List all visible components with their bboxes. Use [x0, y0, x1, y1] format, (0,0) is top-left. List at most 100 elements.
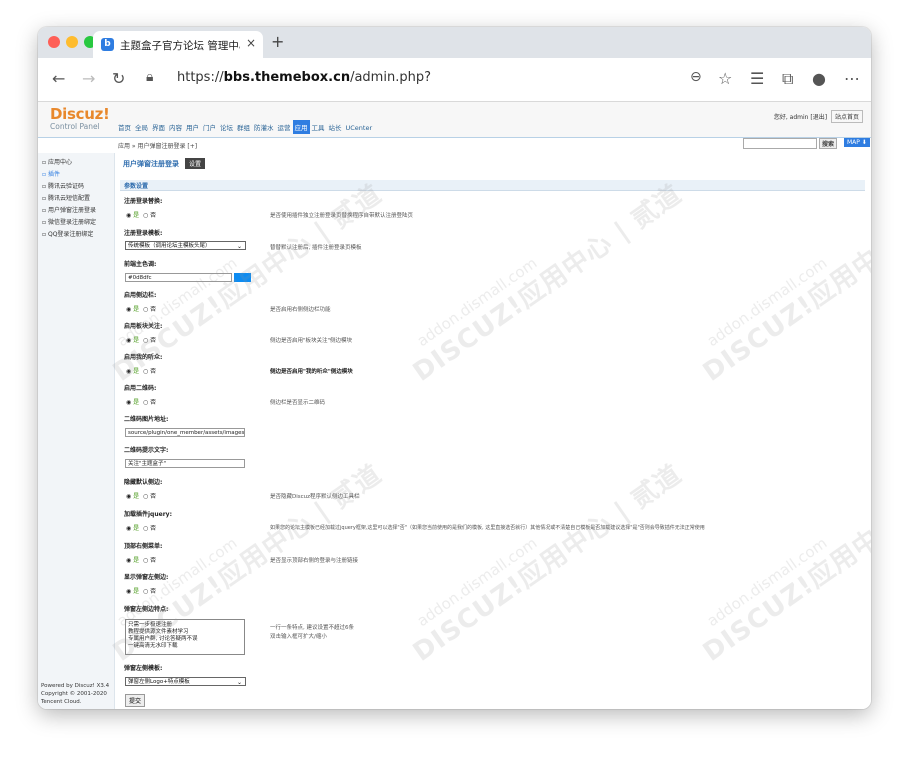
- browser-tab[interactable]: b 主题盒子官方论坛 管理中心 - 应 ×: [93, 31, 263, 58]
- sidebar-item[interactable]: ▫ QQ登录注册绑定: [42, 229, 93, 238]
- admin-search-input[interactable]: [743, 138, 817, 149]
- field-label: 启用侧边栏:: [124, 292, 157, 299]
- field-hint: 双击输入框可扩大/缩小: [270, 634, 327, 640]
- nav-item[interactable]: 内容: [167, 120, 184, 134]
- close-window-button[interactable]: [48, 36, 60, 48]
- settings-tab-button[interactable]: 设置: [185, 158, 206, 169]
- field-hint: 一行一条特点, 建议设置不超过6条: [270, 625, 354, 631]
- nav-item[interactable]: 全局: [133, 120, 150, 134]
- features-textarea[interactable]: 只需一步极速注册 教程提供源文件素材学习 专属用户群, 讨论答疑两不误 一键高清…: [125, 619, 245, 655]
- radio-group[interactable]: ◉ 是 ○ 否: [126, 523, 156, 532]
- field-label: 启用我的听众:: [124, 354, 163, 361]
- field-hint: 是否启用右侧侧边栏功能: [270, 307, 331, 313]
- tab-close-icon[interactable]: ×: [246, 36, 256, 50]
- radio-group[interactable]: ◉ 是 ○ 否: [126, 586, 156, 595]
- field-label: 弹窗左侧模板:: [124, 665, 163, 672]
- nav-item-active[interactable]: 应用: [292, 120, 310, 134]
- watermark: addon.dismall.com: [703, 533, 831, 631]
- field-label: 前端主色调:: [124, 261, 157, 268]
- watermark: addon.dismall.com: [413, 253, 541, 351]
- color-input[interactable]: #0d8dfc: [125, 273, 232, 282]
- url-scheme: https://: [177, 70, 224, 85]
- discuz-logo[interactable]: Discuz!: [50, 105, 110, 123]
- field-label: 顶部右侧菜单:: [124, 543, 163, 550]
- nav-item[interactable]: 防灌水: [252, 120, 276, 134]
- qrcode-url-input[interactable]: source/plugin/one_member/assets/images: [125, 428, 245, 437]
- forward-arrow-icon[interactable]: →: [82, 69, 95, 88]
- radio-group[interactable]: ◉ 是 ○ 否: [126, 491, 156, 500]
- favorites-list-icon[interactable]: ☰: [750, 69, 764, 88]
- page-title: 用户弹窗注册登录: [123, 160, 179, 168]
- watermark: DISCUZ!应用中心 | 贰道: [697, 179, 871, 388]
- chevron-down-icon: ⌄: [236, 243, 242, 250]
- field-label: 弹窗左侧边特点:: [124, 606, 169, 613]
- reload-icon[interactable]: ↻: [112, 69, 125, 88]
- minimize-window-button[interactable]: [66, 36, 78, 48]
- radio-group[interactable]: ◉ 是 ○ 否: [126, 555, 156, 564]
- browser-window: b 主题盒子官方论坛 管理中心 - 应 × + ← → ↻ 🔒︎ https:/…: [38, 27, 871, 709]
- powered-by: Powered by Discuz! X3.4: [41, 683, 110, 689]
- page-content: Discuz! Control Panel 首页 全局 界面 内容 用户 门户 论坛 群组 防灌…: [38, 102, 871, 709]
- profile-avatar-icon[interactable]: ●: [812, 69, 826, 88]
- nav-item[interactable]: 首页: [116, 120, 133, 134]
- field-hint: 如果您的论坛主模板已经加载过jquery框架,这里可以选择"否"（如果您当前使用…: [270, 525, 705, 531]
- radio-group[interactable]: ◉ 是 ○ 否: [126, 304, 156, 313]
- watermark: addon.dismall.com: [413, 533, 541, 631]
- nav-item[interactable]: 门户: [201, 120, 218, 134]
- field-label: 隐藏默认侧边:: [124, 479, 163, 486]
- radio-group[interactable]: ◉ 是 ○ 否: [126, 210, 156, 219]
- url-host: bbs.themebox.cn: [223, 70, 351, 85]
- sidebar-item[interactable]: ▫ 应用中心: [42, 157, 72, 166]
- nav-item[interactable]: 用户: [184, 120, 201, 134]
- field-hint: 侧边栏是否显示二维码: [270, 400, 326, 406]
- back-arrow-icon[interactable]: ←: [52, 69, 65, 88]
- radio-group[interactable]: ◉ 是 ○ 否: [126, 335, 156, 344]
- nav-item[interactable]: 运营: [276, 120, 293, 134]
- search-button[interactable]: 搜索: [819, 138, 838, 149]
- sidebar-item[interactable]: ▫ 用户弹窗注册登录: [42, 205, 96, 214]
- color-swatch[interactable]: [234, 273, 251, 282]
- tab-strip: b 主题盒子官方论坛 管理中心 - 应 × +: [38, 27, 871, 58]
- nav-item[interactable]: UCenter: [344, 122, 375, 134]
- sidebar-item[interactable]: ▫ 腾讯云短信配置: [42, 193, 90, 202]
- template-select[interactable]: 传统模板（调用论坛主模板头尾） ⌄: [125, 241, 246, 250]
- submit-button[interactable]: 提交: [125, 694, 146, 707]
- radio-group[interactable]: ◉ 是 ○ 否: [126, 397, 156, 406]
- field-hint: 侧边是否启用"我的听众"侧边模块: [270, 369, 353, 375]
- breadcrumb: 应用 » 用户弹窗注册登录 [+]: [118, 143, 198, 150]
- copyright: Copyright © 2001-2020: [41, 691, 107, 697]
- field-hint: 是否显示顶部右侧的登录与注册链接: [270, 558, 359, 564]
- settings-form: 用户弹窗注册登录 设置 参数设置 注册登录替换: ◉ 是 ○ 否 是否使用插件独…: [108, 153, 871, 709]
- zoom-icon[interactable]: ⊖: [690, 69, 702, 85]
- logout-link[interactable]: [退出]: [810, 114, 827, 121]
- radio-group[interactable]: ◉ 是 ○ 否: [126, 366, 156, 375]
- site-favicon-icon: b: [101, 38, 114, 51]
- nav-item[interactable]: 论坛: [218, 120, 235, 134]
- chevron-down-icon: ⌄: [236, 679, 242, 686]
- site-home-link[interactable]: 站点首页: [830, 110, 863, 123]
- favorite-star-icon[interactable]: ☆: [718, 69, 732, 88]
- sidebar-item[interactable]: ▫ 微信登录注册绑定: [42, 217, 96, 226]
- field-hint: 是否使用插件独立注册登录页替换程序自带默认注册登陆页: [270, 213, 414, 219]
- new-tab-button[interactable]: +: [271, 32, 284, 51]
- popup-template-select[interactable]: 弹窗左侧Logo+特点模板 ⌄: [125, 677, 246, 686]
- admin-header: Discuz! Control Panel 首页 全局 界面 内容 用户 门户 论坛 群组 防灌…: [38, 102, 871, 138]
- collections-icon[interactable]: ⧉: [782, 69, 793, 89]
- nav-item[interactable]: 群组: [235, 120, 252, 134]
- user-area: 您好, admin [退出] 站点首页: [774, 110, 863, 123]
- nav-item[interactable]: 站长: [327, 120, 344, 134]
- map-button[interactable]: MAP ⬇: [844, 138, 870, 147]
- sidebar-item-active[interactable]: ▫ 插件: [42, 169, 60, 178]
- sidebar: ▫ 应用中心 ▫ 插件 ▫ 腾讯云验证码 ▫ 腾讯云短信配置 ▫ 用户弹窗注册登…: [38, 153, 115, 709]
- more-menu-icon[interactable]: ⋯: [844, 69, 860, 88]
- field-hint: 侧边是否启用"板块关注"侧边模块: [270, 338, 353, 344]
- sidebar-item[interactable]: ▫ 腾讯云验证码: [42, 181, 84, 190]
- section-header: 参数设置: [120, 180, 865, 191]
- field-label: 注册登录模板:: [124, 230, 163, 237]
- qrcode-text-input[interactable]: 关注"主题盒子": [125, 459, 245, 468]
- address-bar[interactable]: https://bbs.themebox.cn/admin.php?: [177, 70, 431, 85]
- nav-item[interactable]: 工具: [310, 120, 327, 134]
- watermark: DISCUZ!应用中心 | 贰道: [697, 459, 871, 668]
- field-label: 注册登录替换:: [124, 198, 163, 205]
- nav-item[interactable]: 界面: [150, 120, 167, 134]
